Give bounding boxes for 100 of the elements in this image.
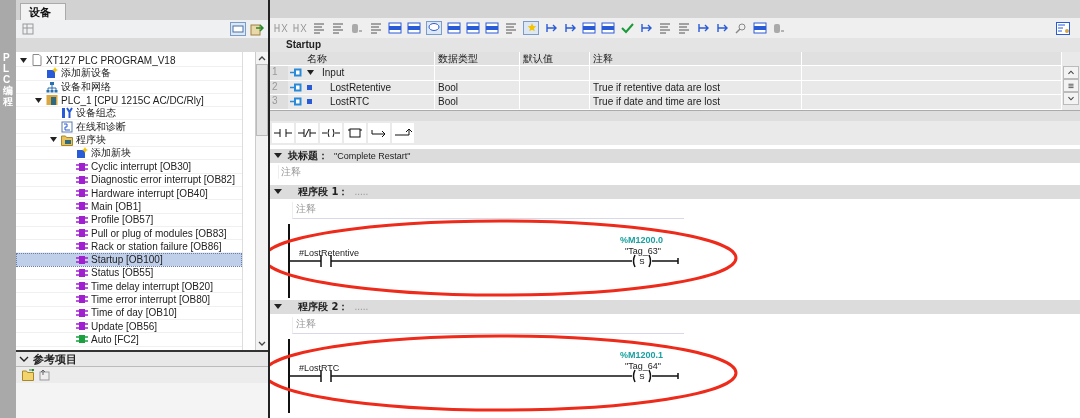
panel-icon[interactable] <box>1056 21 1070 35</box>
no-symbol-icon <box>274 127 292 138</box>
instruction-button[interactable] <box>272 122 294 143</box>
table-cell: Input <box>322 67 345 79</box>
block-icon[interactable] <box>407 22 421 34</box>
devices-tab[interactable]: 设备 <box>20 3 66 20</box>
instruction-button[interactable] <box>368 122 390 143</box>
tree-item[interactable]: Hardware interrupt [OB40] <box>16 186 242 201</box>
expand-caret-icon[interactable] <box>50 136 57 144</box>
expand-caret-icon[interactable] <box>35 96 42 104</box>
tree-item[interactable]: Auto [FC2] <box>16 333 242 347</box>
arrow-icon[interactable] <box>639 22 653 34</box>
collapse-caret-icon[interactable] <box>274 152 282 159</box>
scroll-down-icon[interactable] <box>1063 92 1079 105</box>
tree-item[interactable]: Status [OB55] <box>16 266 242 281</box>
rung-line <box>651 256 679 265</box>
row-number: 1 <box>270 66 288 80</box>
block-title[interactable]: "Complete Restart" <box>334 150 411 161</box>
ob-icon <box>76 240 88 253</box>
fc-icon <box>76 333 88 346</box>
tree-item[interactable]: 在线和诊断 <box>16 120 242 134</box>
block-name: Startup <box>270 38 1080 52</box>
search-icon[interactable] <box>734 22 748 34</box>
scroll-up-icon[interactable] <box>258 55 266 61</box>
arrow-icon[interactable] <box>696 22 710 34</box>
add-device-icon <box>46 67 58 80</box>
input-icon <box>290 97 302 107</box>
table-cell: Bool <box>438 96 458 108</box>
tree-item[interactable]: Pull or plug of modules [OB83] <box>16 226 242 241</box>
grip-icon[interactable] <box>1063 79 1079 92</box>
export-icon[interactable] <box>250 22 264 36</box>
instruction-button[interactable] <box>320 122 342 143</box>
tree-item[interactable]: Cyclic interrupt [OB30] <box>16 160 242 174</box>
ob-icon <box>76 173 88 186</box>
ob-icon <box>76 253 88 266</box>
plc-icon <box>46 94 58 107</box>
contact-operand[interactable]: #LostRetentive <box>299 247 360 258</box>
bullet-icon <box>307 99 312 105</box>
arrow-icon[interactable] <box>715 22 729 34</box>
scrollbar[interactable] <box>255 52 268 350</box>
collapse-caret-icon[interactable] <box>274 188 282 195</box>
network-label: 程序段 2： <box>298 299 349 314</box>
add-block-icon <box>76 147 88 160</box>
tree-item[interactable]: Time error interrupt [OB80] <box>16 293 242 307</box>
tree-item[interactable]: Profile [OB57] <box>16 213 242 227</box>
tree-item[interactable]: 添加新块 <box>16 147 242 161</box>
coil-operand[interactable]: "Tag_64" <box>625 360 661 371</box>
table-view-icon[interactable] <box>230 22 246 36</box>
instruction-button[interactable] <box>296 122 318 143</box>
block-icon[interactable] <box>388 22 402 34</box>
scroll-down-icon[interactable] <box>258 341 266 347</box>
instruction-button[interactable] <box>344 122 366 143</box>
collapse-icon[interactable] <box>19 354 29 364</box>
ob-icon <box>76 213 88 226</box>
expand-caret-icon[interactable] <box>307 69 314 77</box>
arrow-icon[interactable] <box>563 22 577 34</box>
config-icon <box>61 107 73 120</box>
tree-item[interactable]: PLC_1 [CPU 1215C AC/DC/Rly] <box>16 93 242 108</box>
box-symbol-icon <box>346 127 364 138</box>
column-header: 默认值 <box>520 52 590 65</box>
scroll-thumb[interactable] <box>256 64 268 136</box>
comment-icon[interactable] <box>426 21 442 35</box>
ob-icon <box>76 200 88 213</box>
expand-caret-icon[interactable] <box>20 56 27 64</box>
block-icon[interactable] <box>582 22 596 34</box>
block-icon[interactable] <box>447 22 461 34</box>
tree-item[interactable]: Time delay interrupt [OB20] <box>16 280 242 294</box>
tree-item[interactable]: Startup [OB100] <box>16 253 242 267</box>
tree-item[interactable]: Update [OB56] <box>16 319 242 334</box>
block-icon[interactable] <box>485 22 499 34</box>
block-icon[interactable] <box>601 22 615 34</box>
block-title-label: 块标题： <box>288 148 328 163</box>
tree-item[interactable]: Main [OB1] <box>16 200 242 214</box>
contact-operand[interactable]: #LostRTC <box>299 362 340 373</box>
scroll-up-icon[interactable] <box>1063 66 1079 79</box>
arrow-icon[interactable] <box>544 22 558 34</box>
row-number: 3 <box>270 95 288 109</box>
tree-item[interactable]: 设备和网络 <box>16 80 242 94</box>
column-header: 名称 <box>304 52 435 65</box>
coil-operand[interactable]: "Tag_63" <box>625 245 661 256</box>
check-icon[interactable] <box>620 22 634 34</box>
instruction-button[interactable] <box>392 122 414 143</box>
collapse-caret-icon[interactable] <box>274 303 282 310</box>
tree-item[interactable]: 程序块 <box>16 133 242 148</box>
input-icon <box>290 82 302 92</box>
diagnostics-icon <box>61 120 73 133</box>
block-icon[interactable] <box>466 22 480 34</box>
branch-symbol-icon <box>370 127 388 138</box>
block-icon[interactable] <box>753 22 767 34</box>
back-icon[interactable] <box>39 369 51 381</box>
ob-icon <box>76 320 88 333</box>
scrollbar[interactable] <box>1063 66 1079 105</box>
tree-item[interactable]: 设备组态 <box>16 107 242 121</box>
table-cell: True if retentive data are lost <box>593 81 720 93</box>
tree-item[interactable]: Time of day [OB10] <box>16 306 242 320</box>
nc-symbol-icon <box>298 127 316 138</box>
tree-item[interactable]: Diagnostic error interrupt [OB82] <box>16 173 242 187</box>
tree-item[interactable]: 添加新设备 <box>16 67 242 81</box>
folder-icon[interactable] <box>22 369 35 381</box>
tree-item[interactable]: XT127 PLC PROGRAM_V18 <box>16 54 242 68</box>
